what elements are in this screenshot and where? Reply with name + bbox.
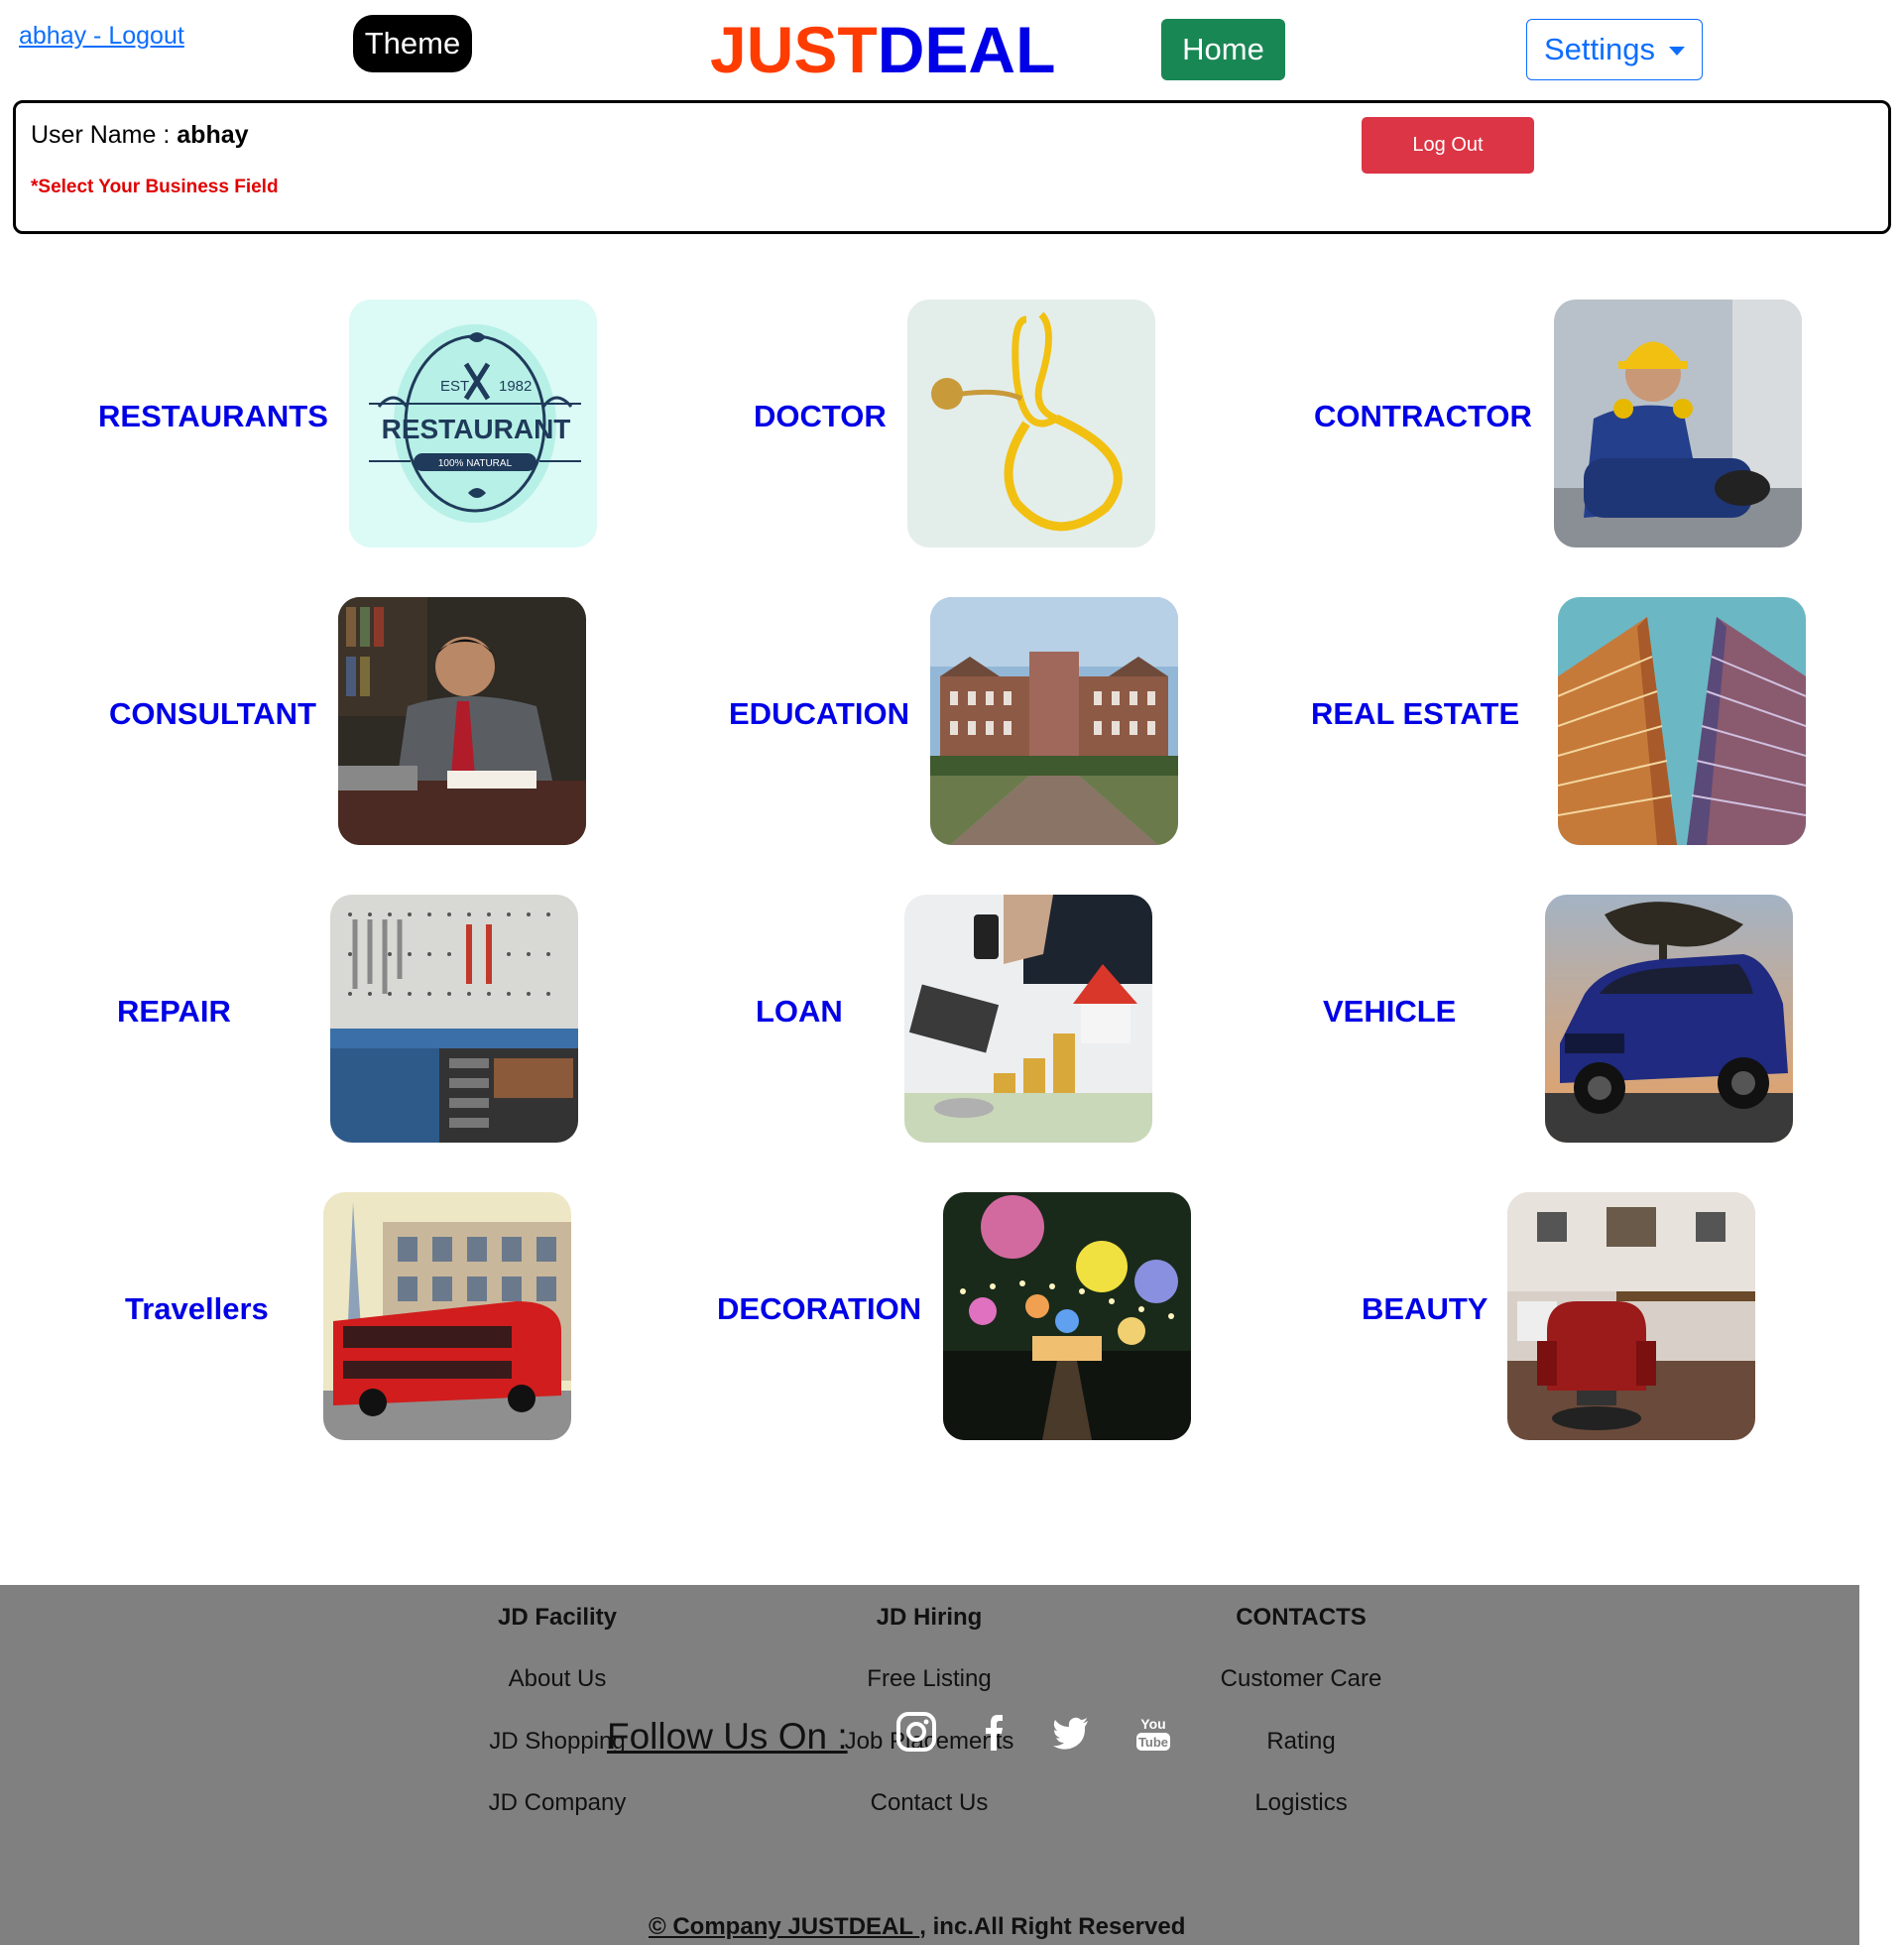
worker-photo[interactable] (1554, 300, 1802, 547)
category-repair-label[interactable]: REPAIR (117, 994, 231, 1030)
copyright-rights: , inc.All Right Reserved (919, 1913, 1186, 1940)
copyright-text: © Company JUSTDEAL , inc.All Right Reser… (649, 1913, 1185, 1941)
footer-link-customer-care[interactable]: Customer Care (1152, 1665, 1450, 1693)
footer-link-rating[interactable]: Rating (1152, 1728, 1450, 1756)
footer-link-contact-us[interactable]: Contact Us (780, 1789, 1078, 1817)
user-name-label: User Name : (31, 121, 178, 149)
salon-chair-photo[interactable] (1507, 1192, 1755, 1440)
logo-est: EST. (440, 378, 472, 395)
follow-us-label: Follow Us On : (607, 1716, 848, 1757)
user-name-value: abhay (177, 121, 249, 149)
user-logout-link[interactable]: abhay - Logout (19, 22, 184, 51)
red-bus-photo[interactable] (323, 1192, 571, 1440)
category-consultant-label[interactable]: CONSULTANT (109, 696, 316, 732)
twitter-icon[interactable] (1048, 1709, 1094, 1755)
footer-link-free-listing[interactable]: Free Listing (780, 1665, 1078, 1693)
footer-heading: JD Facility (497, 1604, 618, 1631)
svg-text:Tube: Tube (1138, 1735, 1168, 1750)
category-education-label[interactable]: EDUCATION (729, 696, 909, 732)
restaurant-logo-image[interactable]: EST. 1982 RESTAURANT 100% NATURAL (349, 300, 597, 547)
copyright-company-link[interactable]: © Company JUSTDEAL (649, 1913, 919, 1940)
user-info-panel: User Name : abhay *Select Your Business … (13, 100, 1891, 234)
footer-heading: CONTACTS (1236, 1604, 1367, 1631)
coins-house-photo[interactable] (904, 895, 1152, 1143)
logo-name: RESTAURANT (382, 414, 571, 444)
category-restaurants-label[interactable]: RESTAURANTS (98, 399, 328, 434)
logo-year: 1982 (499, 378, 532, 395)
brand-part-just: JUST (710, 13, 878, 86)
suv-car-photo[interactable] (1545, 895, 1793, 1143)
category-beauty-label[interactable]: BEAUTY (1362, 1291, 1488, 1327)
footer-heading: JD Hiring (876, 1604, 983, 1631)
category-contractor-label[interactable]: CONTRACTOR (1314, 399, 1532, 434)
youtube-icon[interactable]: You Tube (1130, 1709, 1176, 1755)
facebook-icon[interactable] (971, 1709, 1016, 1755)
category-loan-label[interactable]: LOAN (756, 994, 843, 1030)
settings-label: Settings (1543, 32, 1655, 66)
chevron-down-icon (1669, 46, 1685, 56)
instagram-icon[interactable] (893, 1709, 939, 1755)
logo-tag: 100% NATURAL (438, 458, 513, 469)
college-building-photo[interactable] (930, 597, 1178, 845)
footer-link-about-us[interactable]: About Us (409, 1665, 706, 1693)
user-name-line: User Name : abhay (31, 121, 249, 150)
lanterns-photo[interactable] (943, 1192, 1191, 1440)
settings-dropdown[interactable]: Settings (1526, 19, 1703, 80)
footer: JD Facility About Us JD Shopping JD Comp… (0, 1585, 1859, 1945)
theme-button[interactable]: Theme (353, 15, 472, 72)
category-decoration-label[interactable]: DECORATION (717, 1291, 921, 1327)
category-doctor-label[interactable]: DOCTOR (754, 399, 887, 434)
business-field-warning: *Select Your Business Field (31, 177, 279, 197)
tower-buildings-photo[interactable] (1558, 597, 1806, 845)
logout-button[interactable]: Log Out (1362, 117, 1534, 174)
tools-wall-photo[interactable] (330, 895, 578, 1143)
svg-text:You: You (1140, 1716, 1165, 1732)
brand-logo: JUSTDEAL (710, 12, 1055, 87)
brand-part-deal: DEAL (877, 13, 1056, 86)
consultant-photo[interactable] (338, 597, 586, 845)
footer-link-jd-company[interactable]: JD Company (409, 1789, 706, 1817)
footer-link-logistics[interactable]: Logistics (1152, 1789, 1450, 1817)
stethoscope-image[interactable] (907, 300, 1155, 547)
home-button[interactable]: Home (1161, 19, 1285, 80)
category-travellers-label[interactable]: Travellers (125, 1291, 269, 1327)
category-real-estate-label[interactable]: REAL ESTATE (1311, 696, 1519, 732)
category-vehicle-label[interactable]: VEHICLE (1323, 994, 1456, 1030)
